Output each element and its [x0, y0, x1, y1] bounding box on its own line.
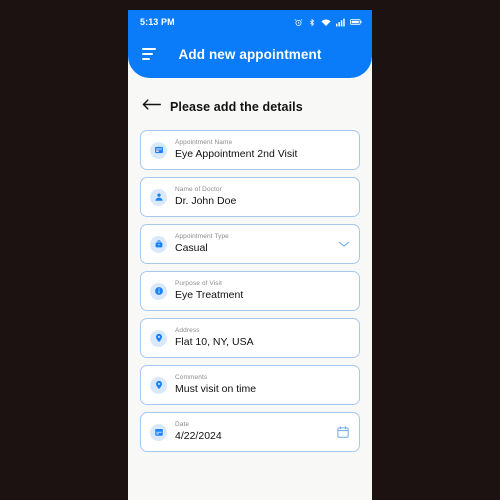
hamburger-menu-icon[interactable]: [142, 48, 158, 60]
field-value[interactable]: 4/22/2024: [175, 430, 328, 442]
field-label: Date: [175, 421, 190, 429]
field-name-of-doctor[interactable]: Name of Doctor Dr. John Doe: [140, 177, 360, 217]
field-purpose-of-visit[interactable]: Purpose of Visit Eye Treatment: [140, 271, 360, 311]
field-label: Comments: [175, 374, 208, 382]
info-icon: [150, 282, 167, 300]
calendar-icon: [150, 423, 167, 441]
field-value[interactable]: Eye Appointment 2nd Visit: [175, 148, 350, 160]
field-address[interactable]: Address Flat 10, NY, USA: [140, 318, 360, 358]
status-bar-clock: 5:13 PM: [140, 17, 175, 27]
field-appointment-type[interactable]: Appointment Type Casual: [140, 224, 360, 264]
location-pin-icon: [150, 376, 167, 394]
bag-icon: [150, 235, 167, 253]
battery-icon: [350, 18, 362, 26]
screenshot-stage: 5:13 PM Add new appointment Please add t…: [0, 0, 500, 500]
bluetooth-icon: [308, 18, 316, 27]
field-text: Purpose of Visit Eye Treatment: [175, 281, 350, 301]
page-title: Please add the details: [170, 100, 303, 114]
person-icon: [150, 188, 167, 206]
field-text: Appointment Name Eye Appointment 2nd Vis…: [175, 140, 350, 160]
status-bar-icons: [294, 18, 362, 27]
wifi-icon: [321, 18, 331, 27]
field-value[interactable]: Flat 10, NY, USA: [175, 336, 350, 348]
appointment-form: Appointment Name Eye Appointment 2nd Vis…: [128, 116, 372, 452]
app-bar-title-row: Add new appointment: [128, 32, 372, 76]
field-label: Address: [175, 327, 200, 335]
field-value[interactable]: Must visit on time: [175, 383, 350, 395]
app-bar-title: Add new appointment: [178, 46, 322, 62]
field-date[interactable]: Date 4/22/2024: [140, 412, 360, 452]
field-label: Name of Doctor: [175, 186, 222, 194]
page-header: Please add the details: [128, 78, 372, 116]
field-comments[interactable]: Comments Must visit on time: [140, 365, 360, 405]
chevron-down-icon[interactable]: [338, 240, 350, 248]
field-text: Date 4/22/2024: [175, 422, 328, 442]
field-value[interactable]: Eye Treatment: [175, 289, 350, 301]
alarm-clock-icon: [294, 18, 303, 27]
field-label: Appointment Type: [175, 233, 229, 241]
field-text: Appointment Type Casual: [175, 234, 330, 254]
cellular-signal-icon: [336, 18, 345, 27]
field-label: Purpose of Visit: [175, 280, 223, 288]
calendar-picker-icon[interactable]: [336, 425, 350, 439]
field-text: Comments Must visit on time: [175, 375, 350, 395]
field-text: Name of Doctor Dr. John Doe: [175, 187, 350, 207]
app-bar: 5:13 PM Add new appointment: [128, 10, 372, 78]
appointment-card-icon: [150, 141, 167, 159]
field-value[interactable]: Dr. John Doe: [175, 195, 350, 207]
phone-screen: 5:13 PM Add new appointment Please add t…: [128, 10, 372, 500]
field-appointment-name[interactable]: Appointment Name Eye Appointment 2nd Vis…: [140, 130, 360, 170]
status-bar: 5:13 PM: [128, 10, 372, 32]
location-pin-icon: [150, 329, 167, 347]
field-value[interactable]: Casual: [175, 242, 330, 254]
back-arrow-icon[interactable]: [142, 98, 161, 116]
field-label: Appointment Name: [175, 139, 233, 147]
field-text: Address Flat 10, NY, USA: [175, 328, 350, 348]
